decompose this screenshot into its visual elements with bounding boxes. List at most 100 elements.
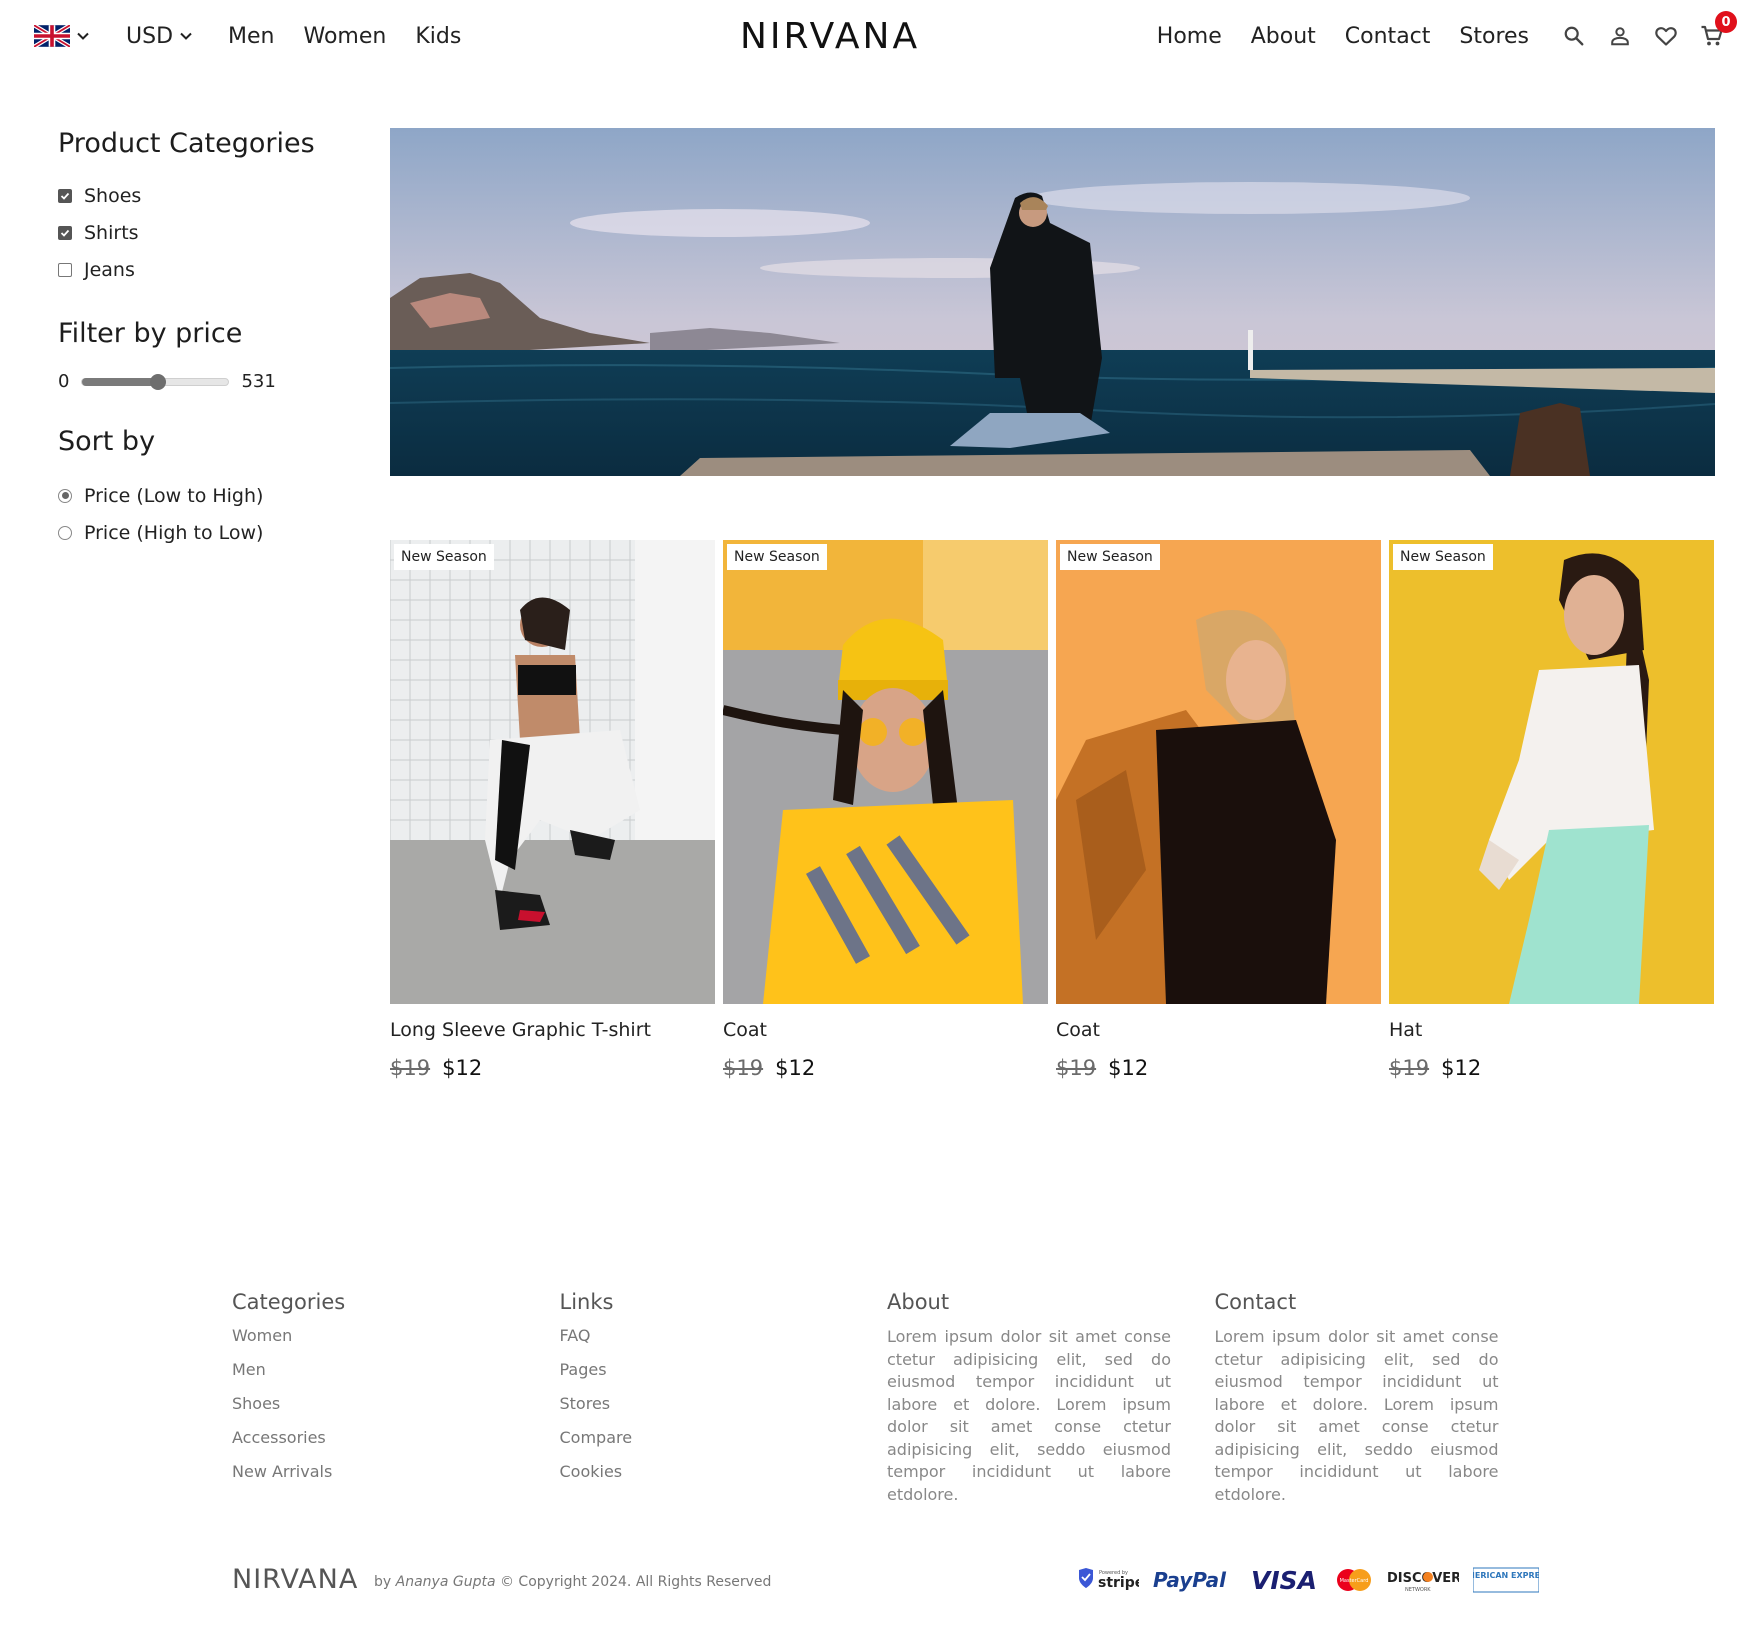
sort-option-label: Price (High to Low): [84, 521, 264, 544]
category-label: Shoes: [84, 184, 142, 207]
nav-link-kids[interactable]: Kids: [415, 24, 461, 49]
product-image[interactable]: New Season: [1389, 540, 1714, 1004]
nav-link-men[interactable]: Men: [228, 24, 274, 49]
nav-link-women[interactable]: Women: [303, 24, 386, 49]
category-jeans-checkbox[interactable]: Jeans: [58, 251, 358, 288]
sort-high-to-low-radio[interactable]: Price (High to Low): [58, 514, 358, 551]
new-season-badge: New Season: [727, 544, 827, 570]
category-shirts-checkbox[interactable]: Shirts: [58, 214, 358, 251]
footer-link-compare[interactable]: Compare: [560, 1428, 888, 1462]
original-price: $19: [1056, 1056, 1097, 1080]
product-price: $19 $12: [1056, 1056, 1381, 1080]
product-card[interactable]: New Season Hat $19 $12: [1389, 540, 1714, 1080]
product-title[interactable]: Coat: [1056, 1019, 1381, 1041]
discover-logo-icon: DISCOVER NETWORK: [1387, 1566, 1459, 1594]
discover-label: DISCOVER: [1387, 1571, 1459, 1586]
language-selector[interactable]: [34, 25, 90, 47]
footer-link-new-arrivals[interactable]: New Arrivals: [232, 1462, 560, 1496]
sort-low-to-high-radio[interactable]: Price (Low to High): [58, 477, 358, 514]
footer-link-men[interactable]: Men: [232, 1360, 560, 1394]
price-range-slider[interactable]: [81, 373, 230, 390]
wishlist-button[interactable]: [1653, 23, 1679, 49]
nav-link-about[interactable]: About: [1251, 24, 1316, 49]
sale-price: $12: [1441, 1056, 1482, 1080]
footer-heading: Contact: [1214, 1290, 1297, 1314]
product-title[interactable]: Coat: [723, 1019, 1048, 1041]
filter-sidebar: Product Categories Shoes Shirts Jeans Fi…: [58, 128, 358, 551]
nav-left-group: USD Men Women Kids: [34, 18, 490, 54]
footer-heading: About: [887, 1290, 950, 1314]
copyright-suffix: © Copyright 2024. All Rights Reserved: [499, 1574, 772, 1590]
footer-link-cookies[interactable]: Cookies: [560, 1462, 888, 1496]
uk-flag-icon: [34, 25, 70, 47]
sale-price: $12: [1108, 1056, 1149, 1080]
checkbox-unchecked-icon: [58, 262, 72, 277]
price-range: 0 531: [58, 371, 358, 392]
sort-option-label: Price (Low to High): [84, 484, 264, 507]
sale-price: $12: [775, 1056, 816, 1080]
mastercard-caption: MasterCard: [1340, 1578, 1369, 1584]
original-price: $19: [1389, 1056, 1430, 1080]
footer-link-accessories[interactable]: Accessories: [232, 1428, 560, 1462]
checkbox-checked-icon: [58, 188, 72, 203]
category-list: Shoes Shirts Jeans: [58, 177, 358, 288]
price-range-handle[interactable]: [150, 373, 167, 390]
footer-link-faq[interactable]: FAQ: [560, 1326, 888, 1360]
new-season-badge: New Season: [394, 544, 494, 570]
nav-link-contact[interactable]: Contact: [1345, 24, 1431, 49]
nav-right-group: Home About Contact Stores 0: [1157, 11, 1737, 54]
cart-button[interactable]: 0: [1699, 11, 1737, 49]
product-image[interactable]: New Season: [1056, 540, 1381, 1004]
search-button[interactable]: [1561, 23, 1587, 49]
account-button[interactable]: [1607, 23, 1633, 49]
footer-link-shoes[interactable]: Shoes: [232, 1394, 560, 1428]
checkbox-checked-icon: [58, 225, 72, 240]
category-label: Jeans: [84, 258, 135, 281]
categories-heading: Product Categories: [58, 128, 315, 159]
footer-heading: Links: [559, 1290, 614, 1314]
new-season-badge: New Season: [1393, 544, 1493, 570]
paypal-label: PayPal: [1153, 1568, 1227, 1592]
product-photo-lace-blouse: [1389, 540, 1714, 1004]
product-card[interactable]: New Season Coat $19 $12: [1056, 540, 1381, 1080]
stripe-logo-icon: Powered by stripe: [1077, 1566, 1139, 1594]
product-image[interactable]: New Season: [390, 540, 715, 1004]
footer-link-pages[interactable]: Pages: [560, 1360, 888, 1394]
footer-brand-logo[interactable]: NIRVANA: [232, 1564, 358, 1595]
product-price: $19 $12: [723, 1056, 1048, 1080]
footer-contact: Contact Lorem ipsum dolor sit amet conse…: [1215, 1290, 1543, 1506]
sort-options: Price (Low to High) Price (High to Low): [58, 477, 358, 551]
currency-selector[interactable]: USD: [126, 24, 193, 49]
footer-link-stores[interactable]: Stores: [560, 1394, 888, 1428]
new-season-badge: New Season: [1060, 544, 1160, 570]
author-name: Ananya Gupta: [395, 1574, 496, 1590]
footer-link-women[interactable]: Women: [232, 1326, 560, 1360]
person-icon: [1611, 27, 1629, 46]
footer-categories: Categories Women Men Shoes Accessories N…: [232, 1290, 560, 1506]
original-price: $19: [390, 1056, 431, 1080]
product-title[interactable]: Long Sleeve Graphic T-shirt: [390, 1019, 715, 1041]
price-range-fill: [82, 377, 159, 386]
copyright-prefix: by: [374, 1574, 392, 1590]
product-title[interactable]: Hat: [1389, 1019, 1714, 1041]
product-card[interactable]: New Season Coat $19 $12: [723, 540, 1048, 1080]
brand-logo[interactable]: NIRVANA: [740, 16, 920, 57]
nav-link-stores[interactable]: Stores: [1459, 24, 1529, 49]
chevron-down-icon: [180, 32, 192, 40]
heart-icon: [1655, 27, 1677, 46]
product-card[interactable]: New Season Long Sleeve Graphic T-shirt $…: [390, 540, 715, 1080]
price-min-label: 0: [58, 371, 70, 392]
nav-link-home[interactable]: Home: [1157, 24, 1222, 49]
cart-count-badge: 0: [1715, 11, 1737, 33]
product-image[interactable]: New Season: [723, 540, 1048, 1004]
product-photo-orange-coat: [1056, 540, 1381, 1004]
price-max-label: 531: [241, 371, 276, 392]
footer-bottom-bar: NIRVANA by Ananya Gupta © Copyright 2024…: [232, 1560, 1539, 1600]
currency-label: USD: [126, 23, 174, 49]
hero-banner[interactable]: [390, 128, 1715, 476]
product-photo-white-sporty: [390, 540, 715, 1004]
category-shoes-checkbox[interactable]: Shoes: [58, 177, 358, 214]
copyright-text: by Ananya Gupta © Copyright 2024. All Ri…: [374, 1574, 771, 1590]
mastercard-logo-icon: MasterCard: [1335, 1566, 1373, 1594]
footer-about: About Lorem ipsum dolor sit amet conse c…: [887, 1290, 1215, 1506]
